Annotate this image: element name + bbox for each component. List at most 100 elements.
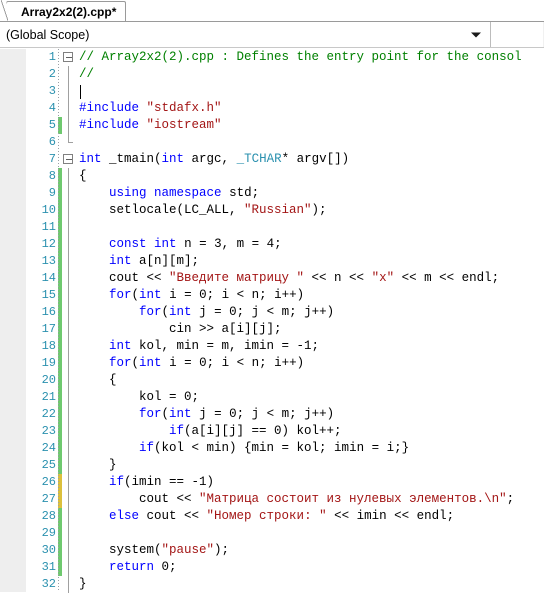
chevron-down-icon[interactable]	[471, 32, 481, 37]
outline-end-bracket	[68, 134, 73, 143]
code-line[interactable]: cin >> a[i][j];	[76, 321, 544, 338]
code-line[interactable]: ​	[76, 83, 544, 100]
document-tab-array2x2[interactable]: Array2x2(2).cpp*	[0, 0, 127, 21]
code-line[interactable]: int _tmain(int argc, _TCHAR* argv[])	[76, 151, 544, 168]
code-line[interactable]: for(int i = 0; i < n; i++)	[76, 355, 544, 372]
member-dropdown[interactable]	[491, 22, 544, 47]
code-token: }	[79, 458, 117, 472]
navigation-bar: (Global Scope)	[0, 22, 544, 48]
outline-vertical-line	[68, 406, 69, 423]
collapse-toggle-icon[interactable]	[62, 49, 76, 66]
code-line[interactable]: cout << "Введите матрицу " << n << "x" <…	[76, 270, 544, 287]
code-token: {	[79, 373, 117, 387]
code-line[interactable]: if(imin == -1)	[76, 474, 544, 491]
code-token: int	[139, 356, 162, 370]
minus-box-icon[interactable]	[63, 52, 73, 62]
code-line[interactable]: int kol, min = m, imin = -1;	[76, 338, 544, 355]
code-line[interactable]: ​	[76, 525, 544, 542]
code-line[interactable]: // Array2x2(2).cpp : Defines the entry p…	[76, 49, 544, 66]
outline-region-line	[62, 406, 76, 423]
code-token: for	[139, 407, 162, 421]
code-token: int	[109, 254, 132, 268]
code-token: _TCHAR	[236, 152, 282, 166]
outline-vertical-line	[68, 423, 69, 440]
code-token: argc,	[184, 152, 237, 166]
line-number-gutter: 1 2 3 4 5 6 7 8 9 10 11 12 13 14 15 16 17 18 19 20 21 22 23 24 2…	[26, 49, 58, 592]
code-line[interactable]: if(a[i][j] == 0) kol++;	[76, 423, 544, 440]
code-token: "x"	[371, 271, 395, 285]
code-line[interactable]: }	[76, 457, 544, 474]
code-line[interactable]: kol = 0;	[76, 389, 544, 406]
line-number: 2	[48, 67, 56, 81]
code-line[interactable]: if(kol < min) {min = kol; imin = i;}	[76, 440, 544, 457]
code-line[interactable]: }	[76, 576, 544, 592]
code-token: (	[131, 288, 140, 302]
text-caret	[80, 85, 81, 99]
outline-region-line	[62, 355, 76, 372]
code-editor[interactable]: 1 2 3 4 5 6 7 8 9 10 11 12 13 14 15 16 17 18 19 20 21 22 23 24 2…	[0, 49, 544, 593]
outline-vertical-line	[68, 100, 69, 117]
outline-region-line	[62, 321, 76, 338]
code-token: << m << endl;	[394, 271, 500, 285]
code-line[interactable]: for(int i = 0; i < n; i++)	[76, 287, 544, 304]
outline-vertical-line	[68, 117, 69, 134]
code-token: );	[214, 543, 230, 557]
line-number: 8	[48, 169, 56, 183]
outline-vertical-line	[68, 440, 69, 457]
code-line[interactable]: int a[n][m];	[76, 253, 544, 270]
code-token: (kol < min) {min = kol; imin = i;}	[154, 441, 410, 455]
code-token: kol, min = m, imin = -1;	[131, 339, 320, 353]
outline-vertical-line	[68, 185, 69, 202]
code-token: int	[139, 288, 162, 302]
line-number: 6	[48, 135, 56, 149]
outline-vertical-line	[68, 508, 69, 525]
code-token: cout <<	[79, 271, 170, 285]
code-token: "Матрица состоит из нулевых элементов.\n…	[199, 492, 507, 506]
outline-vertical-line	[68, 253, 69, 270]
code-token: (	[161, 305, 170, 319]
code-line[interactable]: const int n = 3, m = 4;	[76, 236, 544, 253]
code-line[interactable]: using namespace std;	[76, 185, 544, 202]
code-token: #include	[79, 118, 147, 132]
code-token: std;	[221, 186, 260, 200]
code-line[interactable]: system("pause");	[76, 542, 544, 559]
minus-box-icon[interactable]	[63, 154, 73, 164]
code-line[interactable]: cout << "Матрица состоит из нулевых элем…	[76, 491, 544, 508]
outline-region-line	[62, 168, 76, 185]
code-token: "stdafx.h"	[146, 101, 222, 115]
code-line[interactable]: return 0;	[76, 559, 544, 576]
code-line[interactable]: #include "iostream"	[76, 117, 544, 134]
code-line[interactable]: #include "stdafx.h"	[76, 100, 544, 117]
code-line[interactable]: for(int j = 0; j < m; j++)	[76, 406, 544, 423]
code-token: if	[169, 424, 185, 438]
code-token: // Array2x2(2).cpp : Defines the entry p…	[79, 50, 522, 64]
code-token: const	[109, 237, 147, 251]
scope-dropdown[interactable]: (Global Scope)	[0, 22, 491, 47]
code-line[interactable]: setlocale(LC_ALL, "Russian");	[76, 202, 544, 219]
code-line[interactable]: ​	[76, 134, 544, 151]
code-line[interactable]: //	[76, 66, 544, 83]
code-token: "Номер строки: "	[206, 509, 327, 523]
outlining-margin[interactable]	[62, 49, 76, 593]
outline-vertical-line	[68, 287, 69, 304]
outline-region-line	[62, 423, 76, 440]
code-line[interactable]: ​	[76, 219, 544, 236]
outline-vertical-line	[68, 66, 69, 83]
collapse-toggle-icon[interactable]	[62, 151, 76, 168]
outline-region-line	[62, 508, 76, 525]
code-line[interactable]: else cout << "Номер строки: " << imin <<…	[76, 508, 544, 525]
code-token: (imin == -1)	[124, 475, 215, 489]
code-token: n = 3, m = 4;	[176, 237, 282, 251]
document-tab-strip: Array2x2(2).cpp*	[0, 0, 544, 22]
code-line[interactable]: for(int j = 0; j < m; j++)	[76, 304, 544, 321]
code-line[interactable]: {	[76, 372, 544, 389]
outline-region-line	[62, 542, 76, 559]
code-text-area[interactable]: // Array2x2(2).cpp : Defines the entry p…	[76, 49, 544, 592]
code-token: int	[109, 339, 132, 353]
outline-region-line	[62, 372, 76, 389]
code-line[interactable]: {	[76, 168, 544, 185]
code-token: int	[79, 152, 102, 166]
